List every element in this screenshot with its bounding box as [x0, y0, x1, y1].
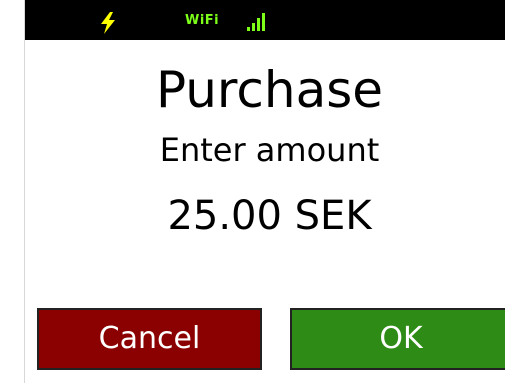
amount-value[interactable]: 25.00 SEK [25, 191, 505, 241]
status-bar: WiFi [25, 0, 505, 40]
ok-button[interactable]: OK [290, 308, 505, 370]
signal-bars-icon [247, 13, 265, 31]
payment-terminal: WiFi Purchase Enter amount 25.00 SEK Can… [0, 0, 505, 383]
wifi-label: WiFi [185, 13, 220, 28]
page-title: Purchase [155, 61, 384, 119]
lightning-bolt-icon [101, 12, 115, 34]
cancel-button[interactable]: Cancel [37, 308, 262, 370]
terminal-screen: WiFi Purchase Enter amount 25.00 SEK Can… [24, 0, 505, 383]
amount-prompt: Enter amount [159, 131, 380, 169]
